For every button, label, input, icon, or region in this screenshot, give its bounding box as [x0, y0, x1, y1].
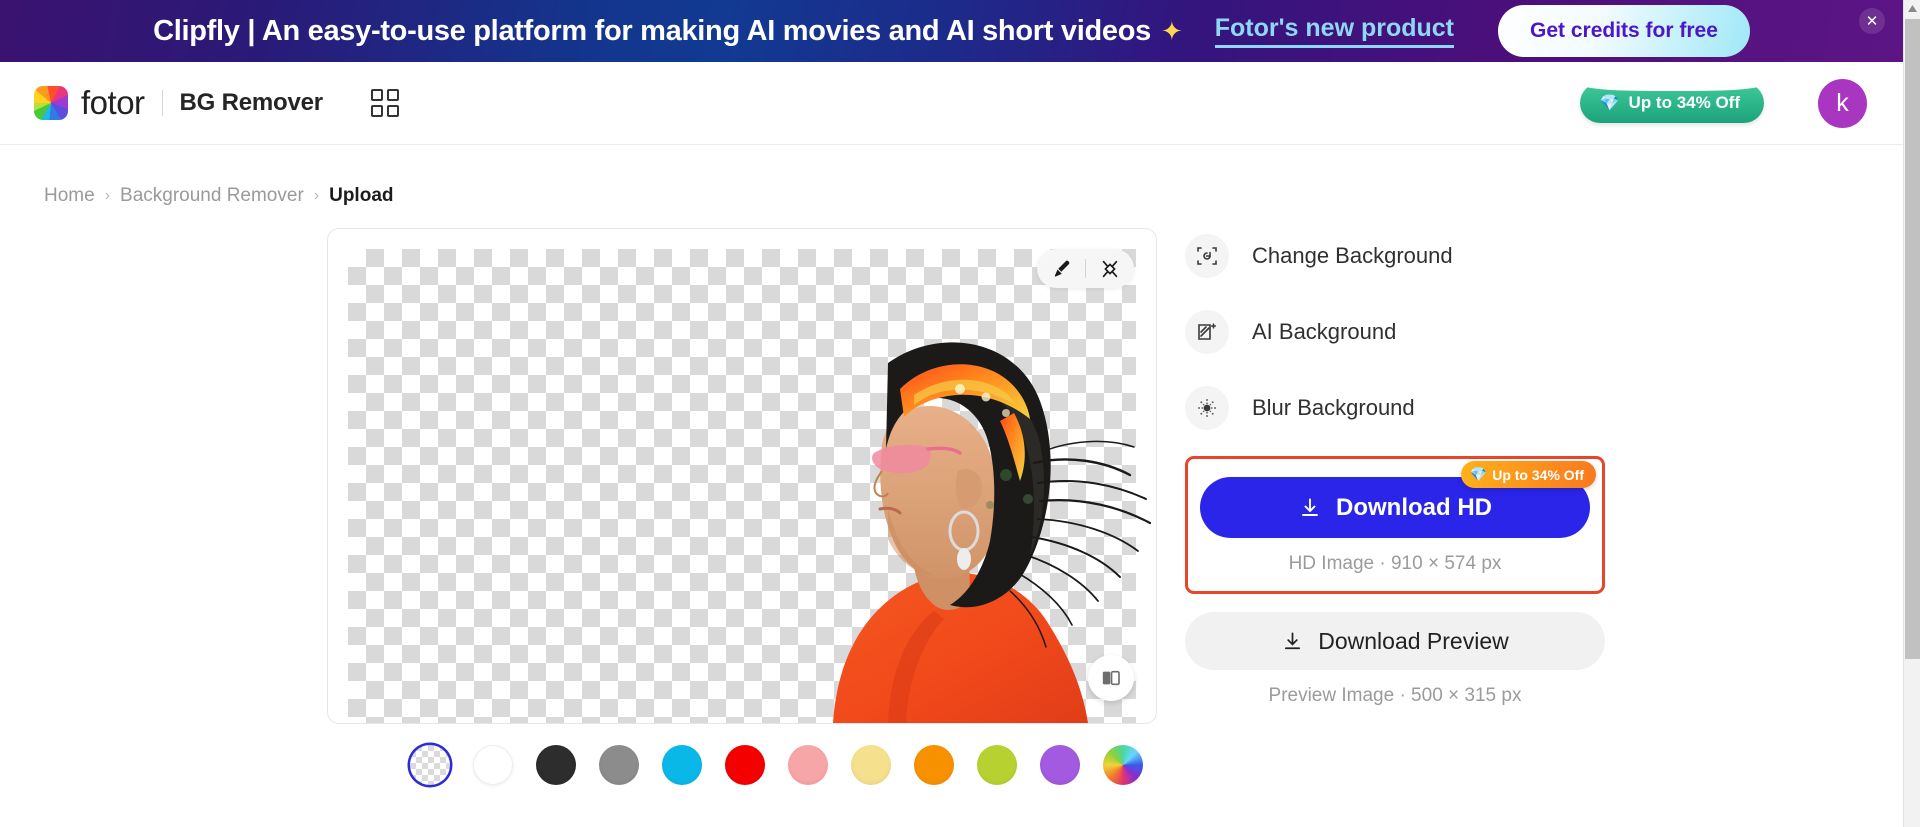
option-ai-background[interactable]: AI Background — [1185, 304, 1605, 360]
swatch-transparent[interactable] — [410, 745, 450, 785]
change-background-icon — [1185, 234, 1229, 278]
promo-link[interactable]: Fotor's new product — [1214, 14, 1455, 48]
subject-image — [833, 342, 1152, 723]
swatch-cyan[interactable] — [662, 745, 702, 785]
background-options-panel: Change Background AI Background Blur Bac… — [1185, 228, 1605, 707]
breadcrumb-item-background-remover[interactable]: Background Remover — [120, 185, 304, 207]
option-label: Blur Background — [1252, 395, 1415, 420]
brush-icon[interactable] — [1037, 249, 1085, 288]
swatch-pink[interactable] — [788, 745, 828, 785]
close-icon[interactable]: ✕ — [1859, 8, 1885, 34]
chevron-right-icon: › — [313, 187, 320, 204]
hd-image-meta: HD Image · 910 × 574 px — [1288, 553, 1502, 574]
gem-icon: 💎 — [1599, 95, 1620, 112]
erase-cutout-icon[interactable] — [1086, 249, 1134, 288]
sparkles-icon: ✦ — [1160, 16, 1183, 46]
page-title: BG Remover — [179, 89, 324, 116]
offer-label: Up to 34% Off — [1628, 93, 1740, 112]
option-label: Change Background — [1252, 243, 1453, 268]
brand-name: fotor — [81, 84, 145, 121]
download-preview-button[interactable]: Download Preview — [1185, 612, 1605, 670]
option-blur-background[interactable]: Blur Background — [1185, 380, 1605, 436]
breadcrumb-item-upload: Upload — [329, 185, 394, 206]
scrollbar-thumb[interactable] — [1905, 19, 1920, 659]
breadcrumb: Home › Background Remover › Upload — [44, 185, 394, 207]
discount-badge: 💎 Up to 34% Off — [1460, 461, 1596, 488]
swatch-black[interactable] — [536, 745, 576, 785]
download-hd-highlight-box: Download HD 💎 Up to 34% Off HD Image · 9… — [1185, 456, 1605, 594]
apps-grid-icon[interactable] — [370, 89, 399, 117]
blur-background-icon — [1185, 386, 1229, 430]
promo-banner-text: Clipfly | An easy-to-use platform for ma… — [153, 14, 1151, 47]
offer-badge-button[interactable]: 💎 Up to 34% Off — [1579, 75, 1764, 123]
preview-image-meta: Preview Image · 500 × 315 px — [1268, 685, 1522, 706]
breadcrumb-item-home[interactable]: Home — [44, 185, 95, 207]
download-icon — [1285, 631, 1301, 649]
divider — [161, 90, 163, 116]
promo-banner: Clipfly | An easy-to-use platform for ma… — [0, 0, 1903, 62]
download-icon — [1302, 498, 1318, 516]
scroll-up-arrow-icon[interactable] — [1904, 0, 1920, 17]
option-change-background[interactable]: Change Background — [1185, 228, 1605, 284]
fotor-logo-icon — [34, 86, 68, 120]
page-scrollbar[interactable] — [1903, 0, 1920, 827]
swatch-orange[interactable] — [914, 745, 954, 785]
swatch-gray[interactable] — [599, 745, 639, 785]
download-hd-label: Download HD — [1336, 493, 1492, 521]
get-credits-button[interactable]: Get credits for free — [1498, 5, 1750, 57]
discount-badge-label: Up to 34% Off — [1492, 466, 1584, 483]
compare-before-after-icon[interactable] — [1088, 655, 1134, 701]
option-label: AI Background — [1252, 319, 1397, 344]
swatch-white[interactable] — [473, 745, 513, 785]
swatch-yellow[interactable] — [851, 745, 891, 785]
brand[interactable]: fotor BG Remover — [34, 84, 323, 122]
chevron-right-icon: › — [104, 187, 111, 204]
image-canvas[interactable] — [327, 228, 1157, 724]
swatch-red[interactable] — [725, 745, 765, 785]
background-color-swatches — [410, 745, 1143, 785]
avatar[interactable]: k — [1818, 78, 1867, 128]
gem-icon: 💎 — [1469, 466, 1488, 482]
swatch-lime[interactable] — [977, 745, 1017, 785]
ai-background-icon — [1185, 310, 1229, 354]
swatch-purple[interactable] — [1040, 745, 1080, 785]
site-header: fotor BG Remover 💎 Up to 34% Off k — [0, 62, 1903, 145]
canvas-tool-pill — [1037, 249, 1134, 288]
download-preview-label: Download Preview — [1318, 627, 1509, 654]
download-hd-button[interactable]: Download HD 💎 Up to 34% Off — [1200, 461, 1596, 538]
swatch-rainbow[interactable] — [1103, 745, 1143, 785]
